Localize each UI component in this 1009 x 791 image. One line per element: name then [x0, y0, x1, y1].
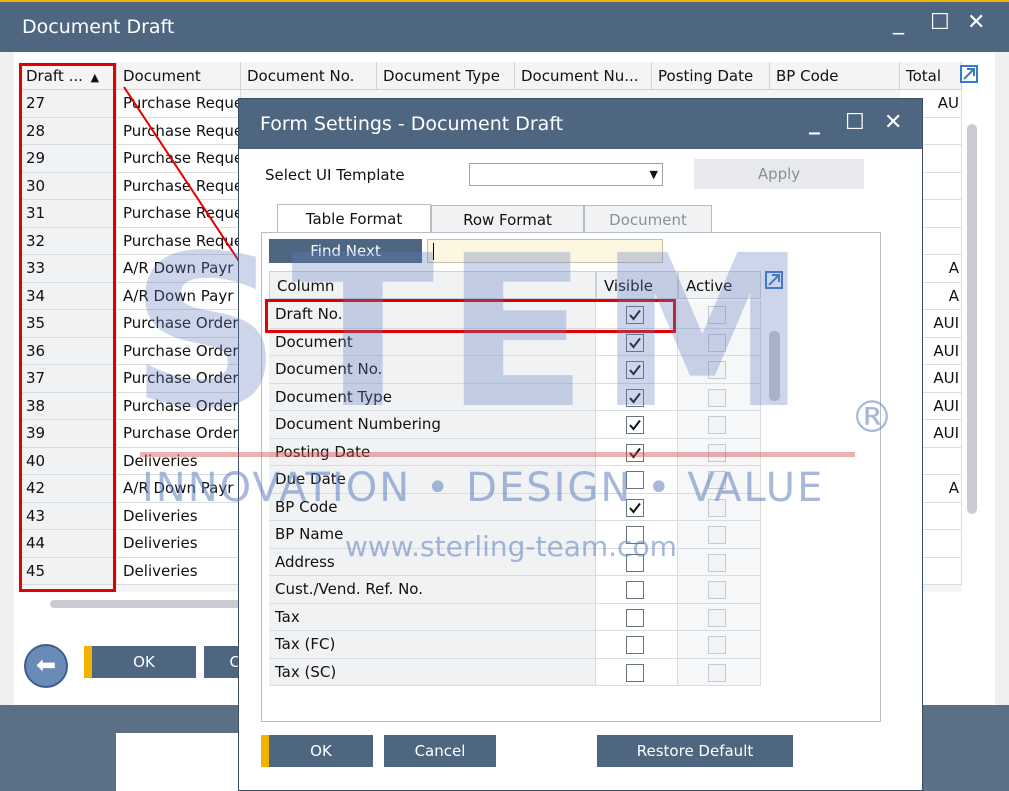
header-active: Active: [678, 271, 761, 299]
active-checkbox[interactable]: [708, 553, 726, 572]
active-cell: [678, 356, 761, 384]
table-row: Document No.: [269, 356, 761, 384]
visible-cell: [596, 576, 678, 604]
restore-default-button[interactable]: Restore Default: [597, 735, 793, 767]
visible-checkbox[interactable]: [626, 471, 644, 489]
column-name-cell: Address: [269, 548, 596, 576]
active-checkbox[interactable]: [708, 388, 726, 407]
apply-button[interactable]: Apply: [694, 159, 864, 189]
tab-row-format[interactable]: Row Format: [431, 205, 584, 233]
table-row: Document Numbering: [269, 411, 761, 439]
dialog-titlebar: Form Settings - Document Draft _ ☐ ✕: [239, 99, 922, 149]
active-cell: [678, 466, 761, 494]
visible-cell: [596, 493, 678, 521]
ui-template-select[interactable]: ▼: [469, 163, 663, 186]
column-name-cell: Document Numbering: [269, 411, 596, 439]
dialog-close-icon[interactable]: ✕: [884, 111, 902, 135]
column-name-cell: BP Name: [269, 521, 596, 549]
visible-cell: [596, 548, 678, 576]
visible-checkbox[interactable]: [626, 526, 644, 544]
active-checkbox[interactable]: [708, 663, 726, 682]
active-checkbox[interactable]: [708, 636, 726, 654]
visible-cell: [596, 631, 678, 659]
active-cell: [678, 548, 761, 576]
active-checkbox[interactable]: [708, 361, 726, 379]
active-cell: [678, 603, 761, 631]
table-row: Address: [269, 548, 761, 576]
visible-cell: [596, 521, 678, 549]
table-row: BP Name: [269, 521, 761, 549]
settings-expand-arrow-icon[interactable]: [765, 271, 783, 289]
dialog-maximize-icon[interactable]: ☐: [845, 111, 865, 135]
visible-cell: [596, 411, 678, 439]
active-checkbox[interactable]: [708, 306, 726, 324]
active-checkbox[interactable]: [708, 333, 726, 352]
ui-template-label: Select UI Template: [265, 166, 405, 184]
active-checkbox[interactable]: [708, 608, 726, 627]
active-checkbox[interactable]: [708, 416, 726, 434]
column-name-cell: Due Date: [269, 466, 596, 494]
visible-cell: [596, 658, 678, 686]
visible-checkbox[interactable]: [626, 498, 644, 517]
column-name-cell: Tax (SC): [269, 658, 596, 686]
column-name-cell: Cust./Vend. Ref. No.: [269, 576, 596, 604]
visible-checkbox[interactable]: [626, 361, 644, 379]
visible-checkbox[interactable]: [626, 608, 644, 627]
table-row: Due Date: [269, 466, 761, 494]
visible-cell: [596, 603, 678, 631]
table-row: Tax (SC): [269, 658, 761, 686]
visible-cell: [596, 466, 678, 494]
column-name-cell: BP Code: [269, 493, 596, 521]
active-cell: [678, 411, 761, 439]
dialog-ok-button[interactable]: OK: [261, 735, 373, 767]
active-cell: [678, 328, 761, 356]
visible-checkbox[interactable]: [626, 663, 644, 682]
table-row: BP Code: [269, 493, 761, 521]
table-row: Cust./Vend. Ref. No.: [269, 576, 761, 604]
column-name-cell: Tax: [269, 603, 596, 631]
dialog-title: Form Settings - Document Draft: [260, 113, 564, 135]
active-cell: [678, 521, 761, 549]
header-column: Column: [269, 271, 596, 299]
table-row: Tax (FC): [269, 631, 761, 659]
form-settings-dialog: Form Settings - Document Draft _ ☐ ✕ Sel…: [238, 98, 923, 791]
dialog-minimize-icon[interactable]: _: [809, 111, 820, 135]
active-cell: [678, 631, 761, 659]
dialog-cancel-button[interactable]: Cancel: [384, 735, 496, 767]
table-row: Document Type: [269, 383, 761, 411]
column-name-cell: Tax (FC): [269, 631, 596, 659]
highlight-draft-no-row: [265, 299, 676, 333]
find-next-button[interactable]: Find Next: [269, 239, 422, 263]
active-checkbox[interactable]: [708, 471, 726, 489]
tab-document[interactable]: Document: [584, 205, 712, 233]
visible-checkbox[interactable]: [626, 581, 644, 599]
visible-cell: [596, 383, 678, 411]
watermark-rule: [140, 452, 855, 457]
active-cell: [678, 301, 761, 329]
column-name-cell: Document Type: [269, 383, 596, 411]
visible-cell: [596, 356, 678, 384]
visible-checkbox[interactable]: [626, 416, 644, 434]
active-cell: [678, 493, 761, 521]
settings-scrollbar[interactable]: [769, 331, 780, 401]
active-checkbox[interactable]: [708, 498, 726, 517]
table-row: Tax: [269, 603, 761, 631]
active-checkbox[interactable]: [708, 526, 726, 544]
find-input[interactable]: [427, 239, 663, 263]
header-visible: Visible: [596, 271, 678, 299]
column-name-cell: Document No.: [269, 356, 596, 384]
active-cell: [678, 383, 761, 411]
visible-checkbox[interactable]: [626, 333, 644, 352]
visible-checkbox[interactable]: [626, 388, 644, 407]
active-cell: [678, 576, 761, 604]
active-checkbox[interactable]: [708, 581, 726, 599]
text-caret: [433, 243, 434, 260]
dropdown-arrow-icon: ▼: [649, 168, 658, 181]
visible-checkbox[interactable]: [626, 636, 644, 654]
tab-table-format[interactable]: Table Format: [277, 204, 431, 234]
active-cell: [678, 658, 761, 686]
visible-checkbox[interactable]: [626, 553, 644, 572]
